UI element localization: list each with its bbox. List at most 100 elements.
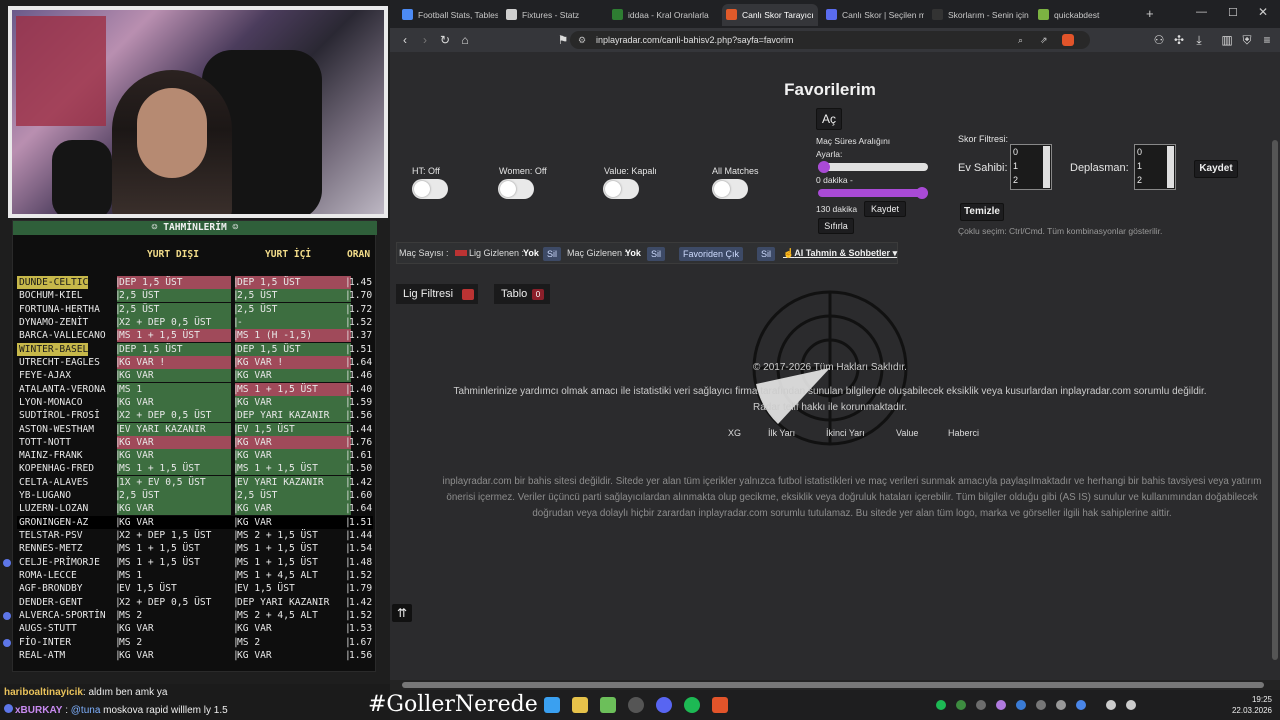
- tray-icon[interactable]: [1076, 700, 1086, 710]
- share-icon[interactable]: ⇗: [1040, 31, 1048, 49]
- footer-link-second-half[interactable]: İkinci Yarı: [826, 428, 865, 438]
- forward-icon[interactable]: ›: [418, 33, 432, 47]
- row-separator: |: [233, 370, 239, 382]
- league-hidden-label: Lig Gizlenen :: [469, 248, 525, 258]
- tab-4[interactable]: Canlı Skor | Seçilen m: [822, 4, 924, 26]
- tab-6[interactable]: quickabdest: [1034, 4, 1138, 26]
- clear-button[interactable]: Temizle: [960, 203, 1004, 221]
- row-match: DUNDE-CELTIC: [17, 276, 89, 289]
- prediction-row: SUDTİROL-FROSİ X2 + DEP 0,5 ÜST DEP YARI K…: [17, 409, 373, 423]
- spotify-tray-icon[interactable]: [936, 700, 946, 710]
- clock-date: 22.03.2026: [1231, 706, 1272, 715]
- bluetooth-icon[interactable]: [1016, 700, 1026, 710]
- min-time-slider[interactable]: [818, 163, 928, 171]
- tab-label: Football Stats, Tables: [418, 10, 498, 20]
- download-icon[interactable]: ⤓: [1192, 33, 1206, 47]
- table-count-badge: 0: [532, 289, 544, 300]
- open-button[interactable]: Aç: [816, 108, 842, 130]
- scroll-top-button[interactable]: ⇈: [392, 604, 412, 622]
- start-icon[interactable]: [544, 697, 560, 713]
- tab-3[interactable]: Canlı Skor Tarayıcı: [722, 4, 818, 26]
- min-time-handle[interactable]: [818, 161, 830, 173]
- row-separator: |: [345, 303, 351, 315]
- row-separator: |: [115, 583, 121, 595]
- back-icon[interactable]: ‹: [398, 33, 412, 47]
- extensions-puzzle-icon[interactable]: ✣: [1172, 33, 1186, 47]
- tab-2[interactable]: iddaa - Kral Oranlarla: [608, 4, 716, 26]
- prediction-row: RENNES-METZ MS 1 + 1,5 ÜST MS 1 + 1,5 ÜST 1…: [17, 542, 373, 555]
- tab-0[interactable]: Football Stats, Tables: [398, 4, 498, 26]
- list-scrollbar[interactable]: [1043, 146, 1050, 188]
- row-odds: 1.54: [349, 543, 373, 555]
- sidebar-icon[interactable]: ▥: [1220, 33, 1234, 47]
- clock[interactable]: 19:25 22.03.2026: [1232, 694, 1272, 716]
- maximize-button[interactable]: ☐: [1228, 6, 1238, 19]
- list-scrollbar[interactable]: [1167, 146, 1174, 188]
- ht-toggle[interactable]: [412, 179, 448, 199]
- max-time-slider[interactable]: [818, 189, 928, 197]
- table-button[interactable]: Tablo 0: [494, 284, 550, 304]
- home-icon[interactable]: ⌂: [458, 33, 472, 47]
- footer-link-value[interactable]: Value: [896, 428, 918, 438]
- ai-prediction-menu[interactable]: ☝AI Tahmin & Sohbetler ▾: [783, 243, 897, 263]
- reload-icon[interactable]: ↻: [438, 33, 452, 47]
- brave-icon[interactable]: [712, 697, 728, 713]
- vpn-icon[interactable]: ⛨: [1240, 33, 1254, 47]
- site-info-icon[interactable]: ⚙: [578, 31, 586, 49]
- close-window-button[interactable]: ✕: [1258, 5, 1268, 19]
- tray-icon[interactable]: [956, 700, 966, 710]
- remove-favorite-button[interactable]: Favoriden Çık: [679, 247, 744, 261]
- row-separator: |: [345, 330, 351, 342]
- league-filter-badge: [462, 289, 474, 300]
- footer-link-xg[interactable]: XG: [728, 428, 741, 438]
- time-save-button[interactable]: Kaydet: [864, 201, 906, 217]
- wifi-icon[interactable]: [1106, 700, 1116, 710]
- menu-icon[interactable]: ≡: [1260, 33, 1274, 47]
- brave-shield-icon[interactable]: [1062, 34, 1074, 46]
- clear-match-button[interactable]: Sil: [647, 247, 666, 261]
- spotify-icon[interactable]: [684, 697, 700, 713]
- footer-link-first-half[interactable]: İlk Yarı: [768, 428, 795, 438]
- max-time-handle[interactable]: [916, 187, 928, 199]
- tray-icon[interactable]: [1036, 700, 1046, 710]
- score-save-button[interactable]: Kaydet: [1194, 160, 1238, 178]
- discord-icon[interactable]: [656, 697, 672, 713]
- file-explorer-icon[interactable]: [572, 697, 588, 713]
- tab-1[interactable]: Fixtures - Statz: [502, 4, 604, 26]
- tab-5[interactable]: Skorlarım - Senin için: [928, 4, 1030, 26]
- row-home-pick: KG VAR: [237, 516, 272, 528]
- tray-icon[interactable]: [996, 700, 1006, 710]
- zoom-icon[interactable]: ⌕: [1018, 31, 1023, 49]
- clear-favorite-button[interactable]: Sil: [757, 247, 776, 261]
- all-matches-toggle[interactable]: [712, 179, 748, 199]
- obs-icon[interactable]: [628, 697, 644, 713]
- horizontal-scrollbar[interactable]: [390, 680, 1280, 690]
- tray-icon[interactable]: [1056, 700, 1066, 710]
- vertical-scrollbar[interactable]: [1270, 52, 1280, 680]
- volume-icon[interactable]: [1126, 700, 1136, 710]
- home-score-list[interactable]: 0 1 2: [1010, 144, 1052, 190]
- extension-icon[interactable]: ⚇: [1152, 33, 1166, 47]
- hscrollbar-thumb[interactable]: [402, 682, 1264, 688]
- row-home-pick: EV 1,5 ÜST: [237, 583, 295, 595]
- reset-button[interactable]: Sıfırla: [818, 218, 854, 234]
- row-away-pick: MS 1: [117, 382, 231, 396]
- row-separator: |: [115, 530, 121, 542]
- clear-league-button[interactable]: Sil: [543, 247, 562, 261]
- bookmark-icon[interactable]: ⚑: [556, 33, 570, 47]
- row-away-pick: MS 1 + 1,5 ÜST: [117, 329, 231, 343]
- league-filter-button[interactable]: Lig Filtresi: [396, 284, 478, 304]
- minimize-button[interactable]: —: [1196, 6, 1207, 18]
- row-separator: |: [115, 423, 121, 435]
- url-field[interactable]: ⚙ inplayradar.com/canli-bahisv2.php?sayf…: [570, 31, 1090, 49]
- away-score-list[interactable]: 0 1 2: [1134, 144, 1176, 190]
- notepad-icon[interactable]: [600, 697, 616, 713]
- footer-link-haberci[interactable]: Haberci: [948, 428, 979, 438]
- value-toggle[interactable]: [603, 179, 639, 199]
- league-filter-label: Lig Filtresi: [403, 288, 454, 300]
- women-toggle[interactable]: [498, 179, 534, 199]
- tray-icon[interactable]: [976, 700, 986, 710]
- scrollbar-thumb[interactable]: [1272, 140, 1278, 660]
- row-match: RENNES-METZ: [19, 543, 83, 555]
- new-tab-button[interactable]: +: [1146, 6, 1154, 21]
